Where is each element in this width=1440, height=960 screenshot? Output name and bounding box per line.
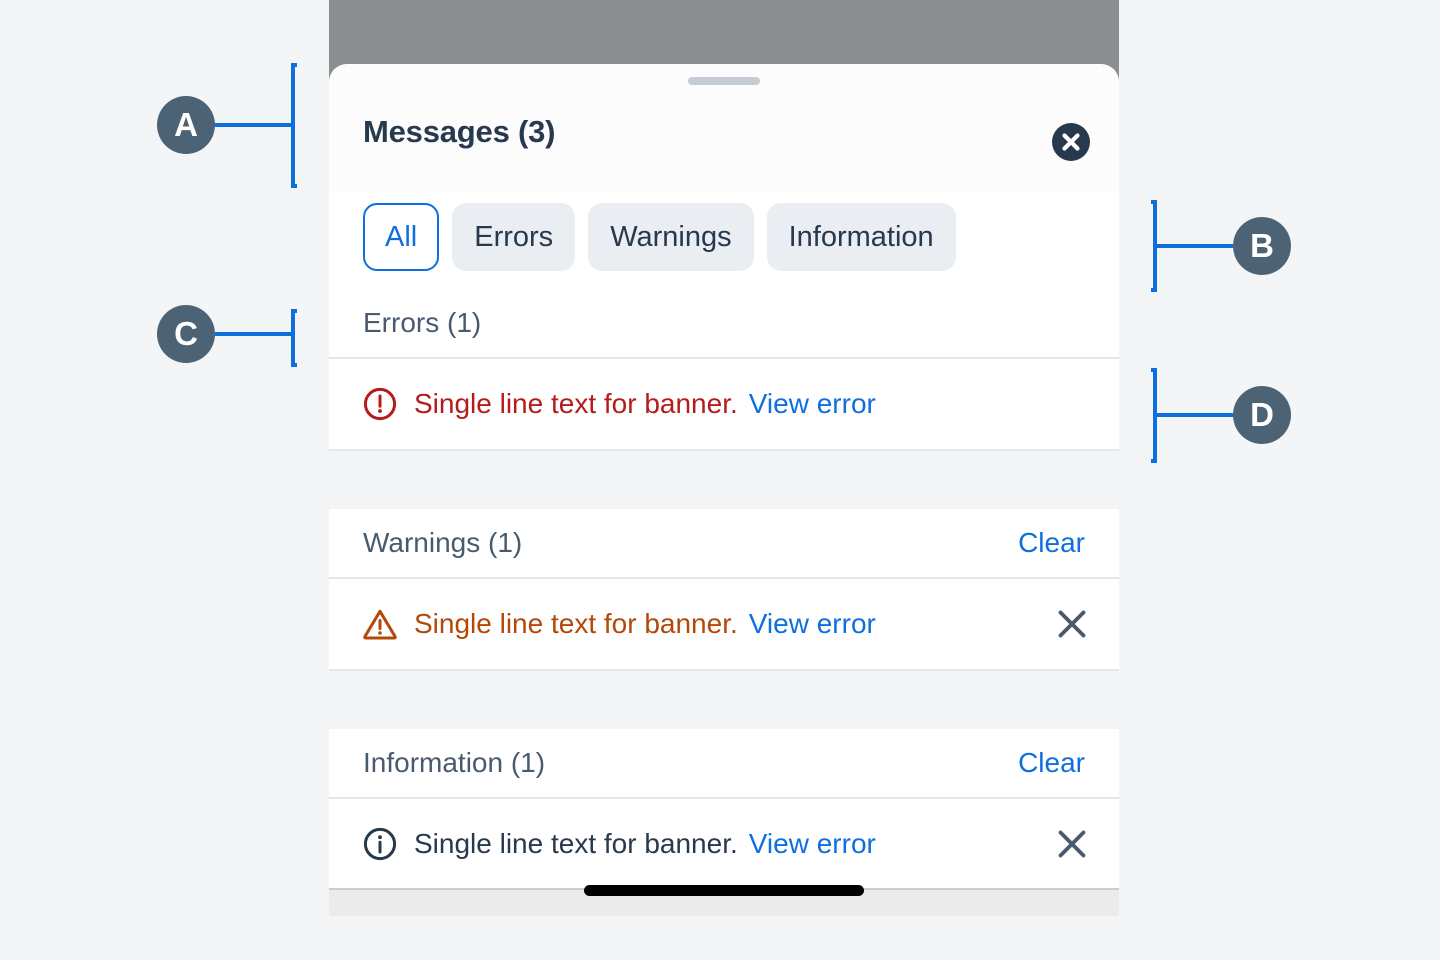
message-text-warning: Single line text for banner.: [414, 608, 738, 639]
dismiss-icon-warning[interactable]: [1055, 607, 1089, 641]
error-circle-icon: [363, 387, 397, 421]
clear-button-information[interactable]: Clear: [1018, 747, 1085, 779]
filter-chip-bar: All Errors Warnings Information: [329, 191, 1119, 289]
section-title-information: Information (1): [363, 747, 546, 778]
filter-chip-information-label: Information: [788, 220, 934, 253]
page-title: Messages (3): [363, 114, 556, 149]
view-error-link-error[interactable]: View error: [749, 388, 876, 420]
message-row-warning[interactable]: Single line text for banner. View error: [329, 579, 1119, 671]
section-title-warnings: Warnings (1): [363, 527, 523, 558]
info-circle-icon: [363, 827, 397, 861]
section-warnings: Warnings (1) Clear Single line text for …: [329, 509, 1119, 671]
filter-chip-warnings[interactable]: Warnings: [588, 203, 754, 271]
message-text-information: Single line text for banner.: [414, 828, 738, 859]
warning-triangle-icon: [363, 607, 397, 641]
annotation-marker-a-label: A: [174, 106, 198, 143]
filter-chip-all[interactable]: All: [363, 203, 440, 271]
filter-chip-errors[interactable]: Errors: [452, 203, 576, 271]
message-row-error[interactable]: Single line text for banner. View error: [329, 359, 1119, 451]
annotation-marker-d-label: D: [1250, 396, 1274, 433]
view-error-link-warning[interactable]: View error: [749, 608, 876, 640]
section-header-warnings: Warnings (1) Clear: [329, 509, 1119, 579]
close-circle-icon[interactable]: [1052, 123, 1090, 161]
sheet-header: Messages (3): [329, 64, 1119, 191]
annotation-marker-d: D: [1233, 386, 1291, 444]
phone-stage: Messages (3) All Errors Warnings Informa…: [329, 0, 1119, 916]
annotation-marker-c: C: [157, 305, 215, 363]
message-row-information[interactable]: Single line text for banner. View error: [329, 799, 1119, 891]
filter-chip-information[interactable]: Information: [766, 203, 956, 271]
section-title-errors: Errors (1): [363, 307, 482, 338]
drag-handle[interactable]: [688, 77, 760, 85]
section-errors: Errors (1) Single line text for banner. …: [329, 289, 1119, 451]
annotation-marker-c-label: C: [174, 315, 198, 352]
section-information: Information (1) Clear Single line text f…: [329, 729, 1119, 891]
annotation-marker-b: B: [1233, 217, 1291, 275]
annotation-marker-b-label: B: [1250, 227, 1274, 264]
dismiss-icon-information[interactable]: [1055, 827, 1089, 861]
view-error-link-information[interactable]: View error: [749, 828, 876, 860]
message-text-error: Single line text for banner.: [414, 388, 738, 419]
section-header-information: Information (1) Clear: [329, 729, 1119, 799]
home-indicator[interactable]: [584, 885, 864, 896]
clear-button-warnings[interactable]: Clear: [1018, 527, 1085, 559]
filter-chip-errors-label: Errors: [474, 220, 554, 253]
annotation-marker-a: A: [157, 96, 215, 154]
filter-chip-all-label: All: [385, 220, 418, 253]
section-header-errors: Errors (1): [329, 289, 1119, 359]
messages-bottom-sheet: Messages (3) All Errors Warnings Informa…: [329, 64, 1119, 916]
filter-chip-warnings-label: Warnings: [610, 220, 732, 253]
